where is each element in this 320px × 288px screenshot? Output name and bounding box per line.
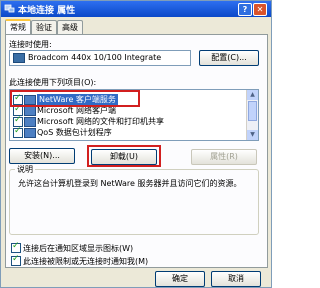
network-adapter-icon (13, 52, 25, 63)
highlight-box-uninstall (87, 145, 161, 167)
list-scrollbar[interactable]: ▲ ▼ (246, 90, 258, 140)
adapter-field: Broadcom 440x 10/100 Integrate (9, 50, 191, 66)
list-item-label: QoS 数据包计划程序 (37, 128, 112, 137)
list-item[interactable]: QoS 数据包计划程序 (10, 126, 246, 138)
highlight-box-netware (10, 90, 140, 107)
tab-authentication[interactable]: 验证 (31, 20, 57, 34)
show-icon-label[interactable]: 连接后在通知区域显示图标(W) (23, 243, 133, 254)
client-service-icon (24, 106, 36, 116)
network-connection-icon (4, 4, 15, 13)
title-bar[interactable]: 本地连接 属性 ? ✕ (1, 1, 271, 17)
properties-button[interactable]: 属性(R) (191, 149, 257, 165)
configure-button[interactable]: 配置(C)... (199, 50, 259, 66)
ok-button[interactable]: 确定 (155, 271, 205, 287)
adapter-name: Broadcom 440x 10/100 Integrate (28, 53, 162, 62)
scroll-up-arrow-icon[interactable]: ▲ (247, 90, 258, 100)
connect-using-label: 连接时使用: (9, 40, 52, 49)
file-sharing-icon (24, 117, 36, 127)
components-label: 此连接使用下列项目(O): (9, 78, 97, 87)
packet-scheduler-icon (24, 128, 36, 138)
window-title: 本地连接 属性 (18, 6, 76, 16)
install-button[interactable]: 安装(N)... (9, 148, 75, 164)
tab-advanced[interactable]: 高级 (57, 20, 83, 34)
description-title: 说明 (15, 164, 35, 175)
item-checkbox[interactable] (13, 126, 23, 138)
tab-general[interactable]: 常规 (5, 19, 31, 35)
list-item-label: Microsoft 网络的文件和打印机共享 (37, 117, 164, 126)
close-button[interactable]: ✕ (253, 3, 267, 16)
properties-window: 本地连接 属性 ? ✕ 常规 验证 高级 连接时使用: Broadcom 440… (0, 0, 272, 288)
show-icon-checkbox[interactable] (11, 241, 21, 253)
notify-limited-checkbox[interactable] (11, 254, 21, 266)
cancel-button[interactable]: 取消 (211, 271, 261, 287)
scroll-down-arrow-icon[interactable]: ▼ (247, 130, 258, 140)
help-button[interactable]: ? (238, 3, 252, 16)
list-item[interactable]: Microsoft 网络的文件和打印机共享 (10, 115, 246, 127)
description-text: 允许这台计算机登录到 NetWare 服务器并且访问它们的资源。 (18, 179, 242, 188)
notify-limited-label[interactable]: 此连接被限制或无连接时通知我(M) (23, 256, 148, 267)
scroll-thumb[interactable] (248, 101, 257, 121)
